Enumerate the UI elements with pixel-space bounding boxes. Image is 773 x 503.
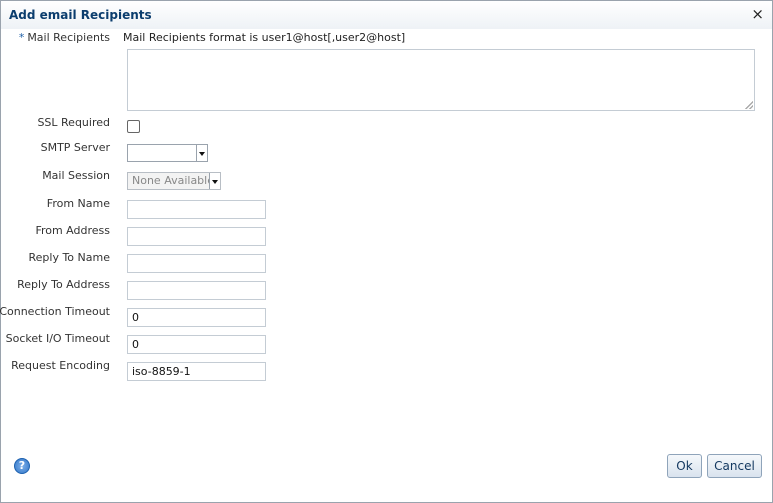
ssl-required-label: SSL Required	[37, 116, 110, 129]
dialog-titlebar: Add email Recipients ×	[1, 1, 772, 29]
from-name-input[interactable]	[127, 200, 266, 219]
ssl-required-checkbox[interactable]	[127, 120, 140, 133]
resize-handle-icon[interactable]	[745, 101, 753, 109]
mail-session-label: Mail Session	[42, 169, 110, 182]
smtp-server-select[interactable]	[127, 144, 208, 162]
socket-io-timeout-input[interactable]: 0	[127, 335, 266, 354]
mail-recipients-format-hint: Mail Recipients format is user1@host[,us…	[123, 31, 406, 44]
mail-recipients-textarea[interactable]	[127, 49, 755, 111]
mail-session-select[interactable]: None Available	[127, 172, 221, 190]
reply-to-name-input[interactable]	[127, 254, 266, 273]
connection-timeout-input[interactable]: 0	[127, 308, 266, 327]
reply-to-address-input[interactable]	[127, 281, 266, 300]
mail-recipients-label: * Mail Recipients	[18, 31, 110, 44]
reply-to-address-label: Reply To Address	[17, 278, 110, 291]
chevron-down-icon[interactable]	[209, 173, 220, 189]
chevron-down-icon[interactable]	[196, 145, 207, 161]
from-name-label: From Name	[46, 197, 110, 210]
cancel-button[interactable]: Cancel	[707, 454, 762, 478]
add-email-recipients-dialog: Add email Recipients × * Mail Recipients …	[0, 0, 773, 503]
request-encoding-input[interactable]: iso-8859-1	[127, 362, 266, 381]
socket-io-timeout-label: Socket I/O Timeout	[5, 332, 110, 345]
close-icon[interactable]: ×	[751, 5, 764, 23]
smtp-server-label: SMTP Server	[40, 141, 110, 154]
reply-to-name-label: Reply To Name	[28, 251, 111, 264]
connection-timeout-label: Connection Timeout	[0, 305, 110, 318]
from-address-input[interactable]	[127, 227, 266, 246]
ok-button[interactable]: Ok	[667, 454, 702, 478]
dialog-title: Add email Recipients	[9, 8, 152, 22]
request-encoding-label: Request Encoding	[11, 359, 110, 372]
required-marker: *	[18, 31, 25, 44]
help-icon[interactable]: ?	[14, 458, 30, 474]
from-address-label: From Address	[35, 224, 110, 237]
